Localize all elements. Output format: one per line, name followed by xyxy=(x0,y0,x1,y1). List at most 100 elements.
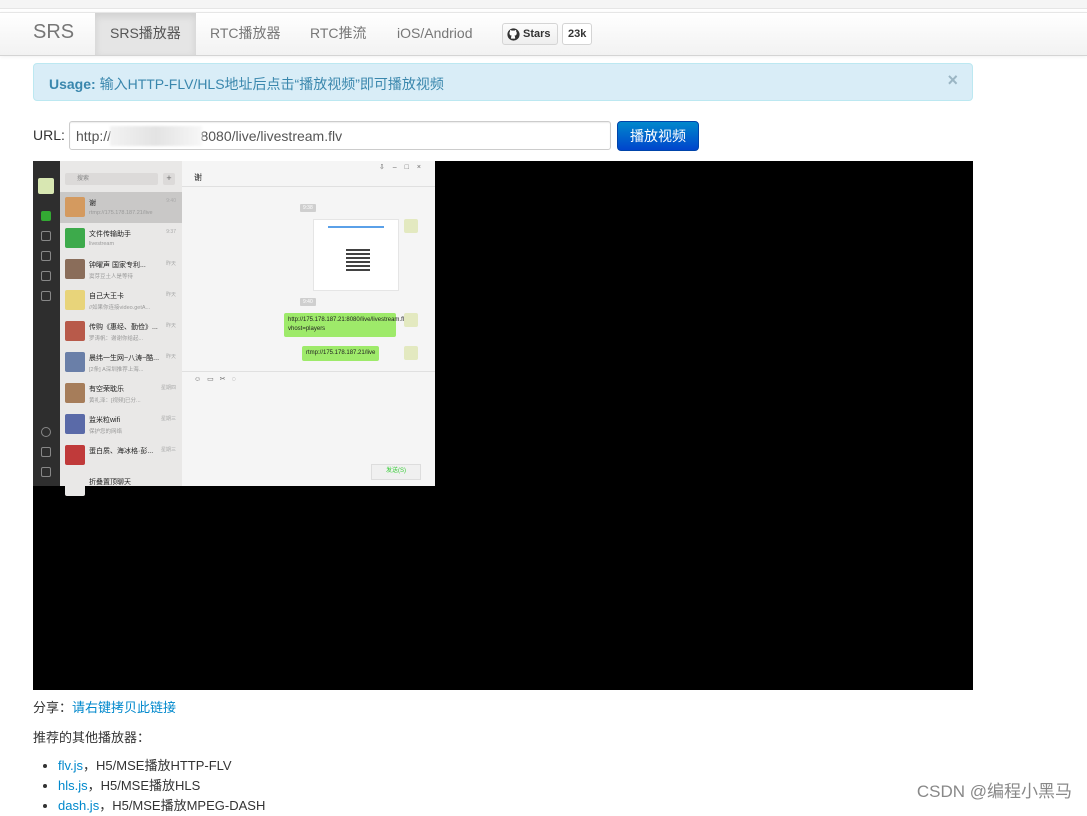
avatar xyxy=(404,313,418,327)
player-link-hlsjs[interactable]: hls.js xyxy=(58,778,88,793)
chat-name: 自己大王卡 xyxy=(89,293,124,300)
chat-window: 谢 ⇩–□× 9:38 9:40 http://175.178.187.21:8… xyxy=(182,161,435,486)
usage-alert: Usage: 输入HTTP-FLV/HLS地址后点击“播放视频”即可播放视频 × xyxy=(33,63,973,101)
github-stars-button[interactable]: Stars xyxy=(502,23,558,45)
avatar xyxy=(65,290,85,310)
chat-name: 有空荣耽乐 xyxy=(89,386,124,393)
tab-srs-player[interactable]: SRS播放器 xyxy=(95,13,196,55)
avatar xyxy=(65,197,85,217)
list-item: 折叠置顶聊天 xyxy=(60,471,182,502)
folder-icon xyxy=(41,271,51,281)
time-stamp: 9:40 xyxy=(300,298,316,306)
list-item: 传购《惠经、勤俭》... 罗涛帆：谢谢你给起... 昨天 xyxy=(60,316,182,347)
star-icon xyxy=(41,291,51,301)
avatar xyxy=(65,321,85,341)
chat-time: 昨天 xyxy=(165,323,176,329)
chat-sub: 窦芽豆土人是等待 xyxy=(89,274,134,280)
list-item: 蛋白质、海冰格·彭... 星期三 xyxy=(60,440,182,471)
chat-name: 折叠置顶聊天 xyxy=(89,479,131,486)
avatar xyxy=(65,352,85,372)
plus-icon: + xyxy=(163,173,175,185)
chat-name: 蛋白质、海冰格·彭... xyxy=(89,448,154,455)
alert-message: 输入HTTP-FLV/HLS地址后点击“播放视频”即可播放视频 xyxy=(99,76,444,92)
player-desc: ，H5/MSE播放MPEG-DASH xyxy=(99,798,266,813)
players-title: 推荐的其他播放器： xyxy=(33,730,151,745)
avatar xyxy=(65,383,85,403)
chat-time: 昨天 xyxy=(165,354,176,360)
chat-sub: //如果你连接video.getA... xyxy=(89,305,151,311)
alert-close-icon[interactable]: × xyxy=(947,70,958,91)
list-item: flv.js，H5/MSE播放HTTP-FLV xyxy=(58,756,265,776)
list-item: hls.js，H5/MSE播放HLS xyxy=(58,776,265,796)
play-video-button[interactable]: 播放视频 xyxy=(617,121,699,151)
player-link-dashjs[interactable]: dash.js xyxy=(58,798,99,813)
app-sidebar xyxy=(33,161,60,486)
chat-title: 谢 xyxy=(194,173,202,182)
send-button: 发送(S) xyxy=(371,464,421,480)
chat-name: 监米粒wifi xyxy=(89,417,121,424)
message-bubble: rtmp://175.178.187.21/live xyxy=(302,346,380,361)
chat-sub: livestream xyxy=(89,241,115,247)
qr-card-message xyxy=(313,219,399,291)
share-link[interactable]: 请右键拷贝此链接 xyxy=(72,700,176,715)
avatar xyxy=(404,346,418,360)
list-item: 有空荣耽乐黄礼泽：[视频]已分... 星期四 xyxy=(60,378,182,409)
phone-icon xyxy=(41,447,51,457)
tab-rtc-publish[interactable]: RTC推流 xyxy=(295,13,382,55)
avatar xyxy=(65,445,85,465)
top-strip xyxy=(0,0,1087,9)
chat-icon xyxy=(41,211,51,221)
chat-time: 星期三 xyxy=(160,447,176,453)
chat-name: 传购《惠经、勤俭》... xyxy=(89,324,158,331)
tab-ios-android[interactable]: iOS/Andriod xyxy=(382,13,487,55)
list-item: dash.js，H5/MSE播放MPEG-DASH xyxy=(58,796,265,816)
window-controls: ⇩–□× xyxy=(378,164,429,171)
list-item: 文件传输助手 livestream 9:37 xyxy=(60,223,182,254)
watermark: CSDN @编程小黑马 xyxy=(916,782,1072,801)
navbar: SRS SRS播放器 RTC播放器 RTC推流 iOS/Andriod Star… xyxy=(0,12,1087,56)
chat-toolbar: ☺▭✂◌ xyxy=(194,376,242,383)
github-stars-count[interactable]: 23k xyxy=(562,23,593,45)
box-icon xyxy=(41,251,51,261)
github-stars-label: Stars xyxy=(523,28,551,40)
time-stamp: 9:38 xyxy=(300,204,316,212)
players-list: flv.js，H5/MSE播放HTTP-FLV hls.js，H5/MSE播放H… xyxy=(44,756,265,816)
brand-logo[interactable]: SRS xyxy=(33,21,74,44)
list-item: 自己大王卡 //如果你连接video.getA... 昨天 xyxy=(60,285,182,316)
chat-sub: 罗涛帆：谢谢你给起... xyxy=(89,336,144,342)
contacts-icon xyxy=(41,231,51,241)
tab-rtc-player[interactable]: RTC播放器 xyxy=(195,13,296,55)
chat-sub: 保护您的网络 xyxy=(89,429,123,435)
message-bubble: http://175.178.187.21:8080/live/livestre… xyxy=(284,313,410,337)
chat-sub: rtmp://175.178.187.21/live xyxy=(89,210,153,216)
redacted-ip-mask xyxy=(110,126,202,146)
avatar xyxy=(404,219,418,233)
screen-share-chat-app: 搜索 + 谢 rtmp://175.178.187.21/live 9:40 文件传输… xyxy=(33,161,435,496)
chat-list: 搜索 + 谢 rtmp://175.178.187.21/live 9:40 文件传输… xyxy=(60,161,183,496)
avatar xyxy=(65,476,85,496)
chat-time: 星期四 xyxy=(160,385,176,391)
chat-name: 谢 xyxy=(89,200,96,207)
url-label: URL: xyxy=(33,127,65,143)
list-item: 监米粒wifi 保护您的网络 星期三 xyxy=(60,409,182,440)
chat-sub: [2条] A深圳推荐上海... xyxy=(89,367,144,373)
avatar xyxy=(65,259,85,279)
alert-title: Usage: xyxy=(49,76,96,92)
avatar xyxy=(65,414,85,434)
chat-name: 文件传输助手 xyxy=(89,231,131,238)
share-line: 分享：请右键拷贝此链接 xyxy=(33,697,176,716)
list-item: 钟曜声 国家专利... 窦芽豆土人是等待 昨天 xyxy=(60,254,182,285)
chat-time: 9:37 xyxy=(166,229,176,235)
chat-search: 搜索 xyxy=(65,173,158,185)
video-player[interactable]: 搜索 + 谢 rtmp://175.178.187.21/live 9:40 文件传输… xyxy=(33,161,973,690)
chat-time: 昨天 xyxy=(165,261,176,267)
chat-time: 星期三 xyxy=(160,416,176,422)
avatar xyxy=(65,228,85,248)
avatar xyxy=(38,178,54,194)
qr-code xyxy=(346,247,370,271)
github-icon xyxy=(507,27,520,41)
chat-sub: 黄礼泽：[视频]已分... xyxy=(89,398,141,404)
share-label: 分享： xyxy=(33,700,73,715)
player-link-flvjs[interactable]: flv.js xyxy=(58,758,83,773)
chat-name: 晨纬一生网~八涛~酷... xyxy=(89,355,159,362)
